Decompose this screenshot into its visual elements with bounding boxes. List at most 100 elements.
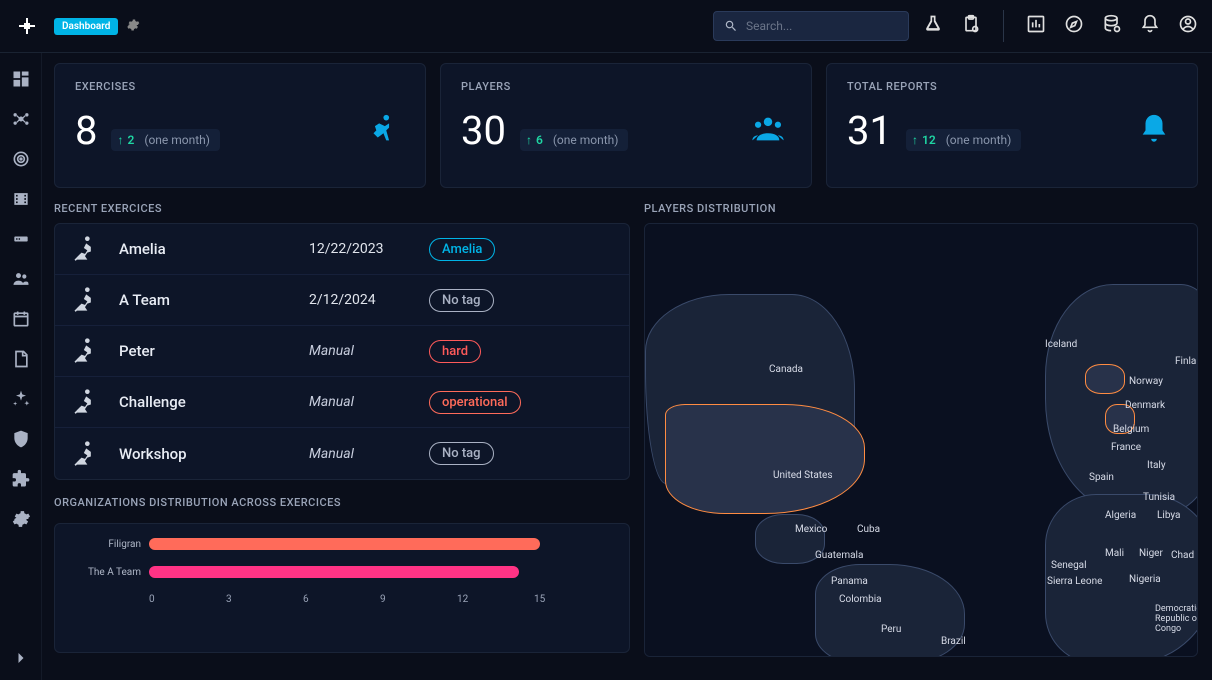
sidebar-sparkle[interactable] [9, 387, 33, 411]
rowing-icon [71, 439, 101, 469]
map-label: Finland [1175, 356, 1198, 367]
axis-tick: 0 [149, 594, 226, 605]
org-bar [149, 566, 519, 578]
axis-tick: 15 [534, 594, 611, 605]
main-content: EXERCISES 8 ↑ 2 (one month) PLAYERS 30 ↑… [42, 53, 1212, 680]
exercise-date: Manual [309, 394, 429, 410]
exercise-name: A Team [119, 291, 309, 309]
exercise-tag: No tag [429, 289, 494, 312]
rowing-icon [71, 387, 101, 417]
axis-tick: 6 [303, 594, 380, 605]
sidebar-dashboard[interactable] [9, 67, 33, 91]
rowing-icon [71, 336, 101, 366]
axis-tick: 3 [226, 594, 303, 605]
map-label: Panama [831, 576, 868, 587]
people-icon [751, 112, 785, 150]
map-label: Guatemala [815, 550, 863, 561]
players-map-panel[interactable]: Iceland Finland Norway Denmark Belgium F… [644, 223, 1198, 657]
map-label: Canada [769, 364, 803, 375]
topbar: Dashboard [0, 0, 1212, 53]
exercise-tag: Amelia [429, 238, 495, 261]
exercise-date: 2/12/2024 [309, 292, 429, 308]
recent-exercises-title: RECENT EXERCICES [54, 202, 630, 215]
stat-card-players[interactable]: PLAYERS 30 ↑ 6 (one month) [440, 63, 812, 188]
org-bar [149, 538, 540, 550]
map-label: Libya [1157, 510, 1180, 521]
exercise-date: Manual [309, 446, 429, 462]
search-input[interactable] [746, 19, 898, 33]
rowing-icon [365, 112, 399, 150]
sidebar-target[interactable] [9, 147, 33, 171]
map-label: Nigeria [1129, 574, 1161, 585]
exercise-name: Workshop [119, 445, 309, 463]
arrow-up-icon: ↑ [526, 133, 532, 147]
gear-icon[interactable] [126, 17, 140, 36]
stat-label: PLAYERS [461, 80, 791, 93]
bell-icon [1137, 112, 1171, 150]
sidebar-media[interactable] [9, 187, 33, 211]
compass-icon[interactable] [1064, 14, 1084, 38]
arrow-up-icon: ↑ [912, 133, 918, 147]
map-label: Tunisia [1143, 492, 1175, 503]
map-label: Colombia [839, 594, 882, 605]
exercise-date: Manual [309, 343, 429, 359]
sidebar-expand[interactable] [9, 646, 33, 670]
clipboard-icon[interactable] [961, 14, 981, 38]
exercise-name: Challenge [119, 393, 309, 411]
exercise-row[interactable]: Peter Manual hard [55, 326, 629, 377]
exercise-row[interactable]: Amelia 12/22/2023 Amelia [55, 224, 629, 275]
exercise-row[interactable]: A Team 2/12/2024 No tag [55, 275, 629, 326]
chart-icon[interactable] [1026, 14, 1046, 38]
map-label: Brazil [941, 636, 966, 647]
map-label: Algeria [1105, 510, 1136, 521]
sidebar-puzzle[interactable] [9, 467, 33, 491]
search-box[interactable] [713, 11, 909, 41]
exercise-tag: hard [429, 340, 481, 363]
database-icon[interactable] [1102, 14, 1122, 38]
rowing-icon [71, 234, 101, 264]
exercise-tag: operational [429, 391, 521, 414]
dashboard-badge[interactable]: Dashboard [54, 18, 118, 35]
map-label: Niger [1139, 548, 1163, 559]
map-label: Spain [1089, 472, 1114, 483]
stat-card-total reports[interactable]: TOTAL REPORTS 31 ↑ 12 (one month) [826, 63, 1198, 188]
user-icon[interactable] [1178, 14, 1198, 38]
stat-delta: ↑ 2 (one month) [111, 129, 219, 151]
sidebar-players[interactable] [9, 267, 33, 291]
org-bar-row: The A Team [73, 566, 611, 578]
sidebar-shield[interactable] [9, 427, 33, 451]
bell-icon[interactable] [1140, 14, 1160, 38]
sidebar-document[interactable] [9, 347, 33, 371]
sidebar-server[interactable] [9, 227, 33, 251]
map-label: Mali [1105, 548, 1124, 559]
exercise-row[interactable]: Workshop Manual No tag [55, 428, 629, 479]
exercise-date: 12/22/2023 [309, 241, 429, 257]
sidebar-calendar[interactable] [9, 307, 33, 331]
org-dist-panel: Filigran The A Team 03691215 [54, 523, 630, 653]
exercise-row[interactable]: Challenge Manual operational [55, 377, 629, 428]
lab-icon[interactable] [923, 14, 943, 38]
stat-delta: ↑ 6 (one month) [520, 129, 628, 151]
map-label: Sierra Leone [1047, 576, 1102, 587]
map-label: Cuba [857, 524, 880, 535]
map-label: Iceland [1045, 339, 1077, 350]
app-logo[interactable] [14, 13, 40, 39]
stat-value: 31 [847, 111, 892, 151]
stat-delta: ↑ 12 (one month) [906, 129, 1021, 151]
stat-value: 8 [75, 111, 97, 151]
stat-card-exercises[interactable]: EXERCISES 8 ↑ 2 (one month) [54, 63, 426, 188]
sidebar [0, 53, 42, 680]
axis-tick: 12 [457, 594, 534, 605]
map-label: Italy [1147, 460, 1166, 471]
players-dist-title: PLAYERS DISTRIBUTION [644, 202, 1198, 215]
sidebar-scenarios[interactable] [9, 107, 33, 131]
sidebar-settings[interactable] [9, 507, 33, 531]
stat-label: TOTAL REPORTS [847, 80, 1177, 93]
exercise-tag: No tag [429, 442, 494, 465]
exercise-name: Peter [119, 342, 309, 360]
map-label: Mexico [795, 524, 827, 535]
map-label: France [1111, 442, 1141, 453]
org-bar-row: Filigran [73, 538, 611, 550]
map-label: Senegal [1051, 560, 1087, 571]
org-label: The A Team [73, 567, 149, 578]
